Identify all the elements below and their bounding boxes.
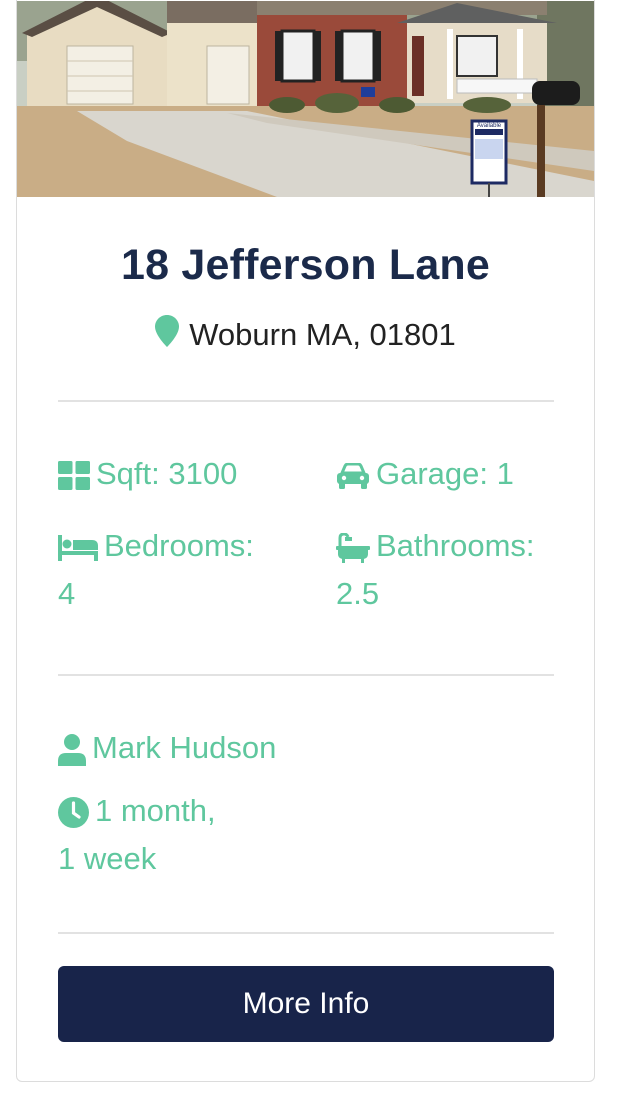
agent-info: Mark Hudson <box>58 724 276 772</box>
divider-bottom <box>58 932 554 934</box>
bathrooms-value: 2.5 <box>336 576 380 611</box>
bathrooms-label: Bathrooms: <box>376 528 535 563</box>
grid-icon <box>58 461 90 491</box>
listing-card: Available 18 Jefferson Lane Woburn MA, 0… <box>16 0 595 1082</box>
address-text: Woburn MA, 01801 <box>189 317 456 352</box>
listing-title: 18 Jefferson Lane <box>120 241 491 289</box>
divider-middle <box>58 674 554 676</box>
bathrooms-stat: Bathrooms: 2.5 <box>336 522 576 618</box>
house-photo: Available <box>17 1 594 197</box>
listing-address: Woburn MA, 01801 <box>17 315 594 355</box>
sign-text: Available <box>477 123 502 129</box>
clock-icon <box>58 797 89 829</box>
garage-text: Garage: 1 <box>376 456 514 491</box>
bedrooms-label: Bedrooms: <box>104 528 254 563</box>
listed-time: 1 month, 1 week <box>58 787 298 883</box>
bath-icon <box>336 532 370 563</box>
listed-line2: 1 week <box>58 841 157 876</box>
bedrooms-stat: Bedrooms: 4 <box>58 522 308 618</box>
sqft-stat: Sqft: 3100 <box>58 450 237 498</box>
sqft-text: Sqft: 3100 <box>96 456 238 491</box>
listed-line1: 1 month, <box>95 793 216 828</box>
user-icon <box>58 733 86 766</box>
bedrooms-value: 4 <box>58 576 76 611</box>
garage-stat: Garage: 1 <box>336 450 514 498</box>
car-icon <box>336 462 370 489</box>
more-info-button[interactable]: More Info <box>58 966 554 1042</box>
agent-name: Mark Hudson <box>92 730 277 765</box>
divider-top <box>58 400 554 402</box>
bed-icon <box>58 534 98 561</box>
map-marker-icon <box>155 315 180 355</box>
